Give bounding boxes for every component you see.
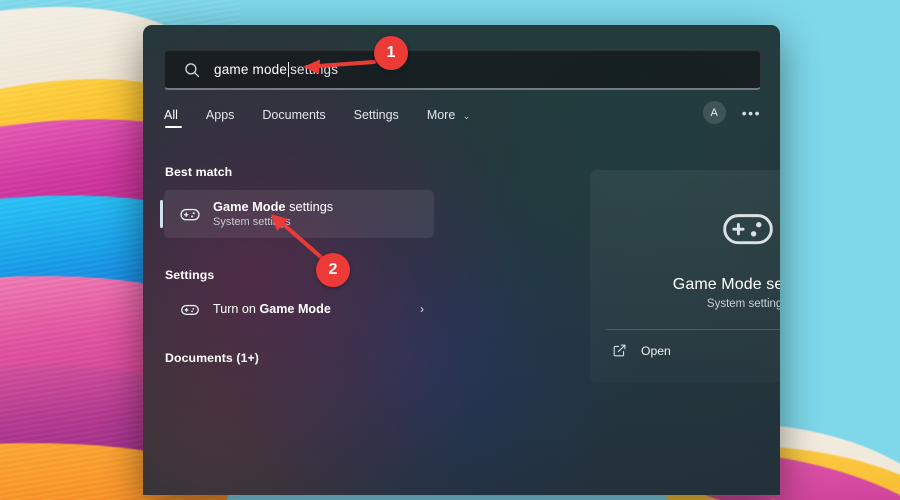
preview-subtitle: System settings [706, 298, 780, 310]
preview-inner: Game Mode settings System settings Open [590, 170, 780, 382]
open-external-icon [613, 344, 626, 357]
search-results-list: Best match Game Mode settings System set… [143, 165, 448, 376]
best-match-result[interactable]: Game Mode settings System settings [160, 190, 434, 238]
tab-documents[interactable]: Documents [262, 108, 325, 128]
chevron-down-icon: ⌄ [462, 111, 471, 121]
search-input[interactable]: game mode settings [164, 50, 761, 90]
tab-settings[interactable]: Settings [354, 108, 399, 128]
result-preview-card: Game Mode settings System settings Open [590, 170, 780, 382]
best-match-text: Game Mode settings System settings [213, 198, 333, 230]
search-text-wrapper: game mode settings [214, 62, 338, 77]
avatar-initial: A [710, 106, 719, 119]
chevron-right-icon[interactable]: › [420, 302, 424, 316]
tab-apps-label: Apps [205, 108, 235, 122]
preview-action-label: Open [641, 343, 671, 358]
tab-settings-label: Settings [353, 108, 399, 122]
search-account-area: A ••• [702, 101, 761, 124]
desktop-screen: game mode settings All Apps Documents Se… [0, 0, 900, 500]
search-filter-tabs: All Apps Documents Settings More ⌄ A ••• [164, 101, 761, 133]
best-match-title: Game Mode settings [213, 198, 333, 215]
preview-divider [606, 329, 780, 330]
windows-search-panel: game mode settings All Apps Documents Se… [143, 25, 780, 495]
search-icon [185, 62, 200, 77]
best-match-title-bold: Game Mode [213, 198, 286, 214]
tab-apps[interactable]: Apps [206, 108, 235, 128]
section-header-settings: Settings [165, 268, 215, 282]
tab-all[interactable]: All [164, 108, 182, 128]
more-options-icon[interactable]: ••• [742, 106, 761, 120]
search-typed-text: game mode [214, 62, 288, 77]
settings-result-label-bold: Game Mode [259, 302, 331, 316]
preview-action-open[interactable]: Open [590, 343, 780, 358]
best-match-title-rest: settings [285, 198, 334, 214]
section-header-documents: Documents (1+) [165, 351, 259, 365]
best-match-subtitle: System settings [213, 216, 291, 229]
tab-all-label: All [164, 108, 178, 122]
section-header-best-match: Best match [165, 165, 233, 179]
settings-result-label-plain: Turn on [213, 302, 260, 316]
text-caret [288, 62, 290, 77]
gamepad-icon [181, 304, 199, 316]
search-suggested-text: settings [290, 62, 339, 77]
preview-title: Game Mode settings [672, 276, 780, 293]
tab-documents-label: Documents [262, 108, 326, 122]
gamepad-icon [180, 208, 200, 221]
gamepad-icon [722, 214, 773, 245]
tab-more[interactable]: More ⌄ [427, 108, 471, 128]
tab-more-label: More [426, 108, 456, 122]
avatar[interactable]: A [702, 101, 726, 124]
settings-result-label: Turn on Game Mode [213, 302, 331, 316]
settings-result-turn-on-game-mode[interactable]: Turn on Game Mode › [164, 293, 434, 325]
